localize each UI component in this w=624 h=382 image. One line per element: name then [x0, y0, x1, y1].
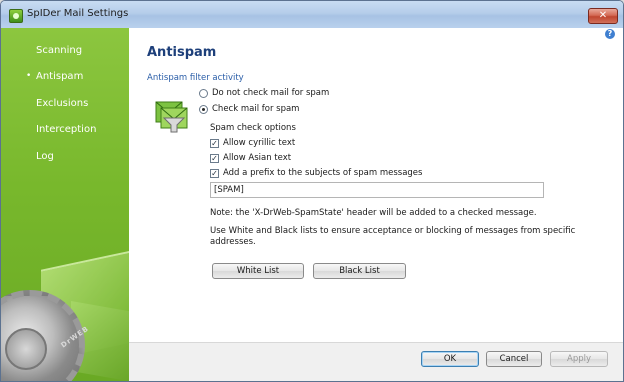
checkbox-label: Add a prefix to the subjects of spam mes…: [223, 168, 423, 178]
header-note: Note: the 'X-DrWeb-SpamState' header wil…: [210, 208, 537, 218]
sidebar-item-scanning[interactable]: Scanning: [36, 45, 82, 56]
antispam-panel: ? Antispam Antispam filter activity Do n…: [129, 28, 623, 342]
checkbox-check-icon: ✓: [210, 153, 219, 163]
checkbox-allow-cyrillic[interactable]: ✓ Allow cyrillic text: [210, 138, 295, 148]
sidebar-item-interception[interactable]: Interception: [36, 124, 96, 135]
checkbox-label: Allow Asian text: [223, 153, 292, 163]
close-icon: ✕: [598, 10, 608, 21]
radio-check-mail[interactable]: Check mail for spam: [199, 104, 299, 114]
checkbox-check-icon: ✓: [210, 168, 219, 178]
help-icon[interactable]: ?: [605, 29, 615, 39]
sidebar-item-label: Scanning: [36, 45, 83, 56]
lists-hint-line-1: Use White and Black lists to ensure acce…: [210, 226, 576, 236]
prefix-input[interactable]: [210, 182, 544, 198]
lists-hint-line-2: addresses.: [210, 237, 256, 247]
apply-button[interactable]: Apply: [550, 351, 608, 367]
section-title: Antispam filter activity: [147, 73, 244, 83]
sidebar: DrWEB Scanning • Antispam Exclusions Inte…: [1, 28, 129, 381]
page-title: Antispam: [147, 45, 217, 60]
sidebar-item-exclusions[interactable]: Exclusions: [36, 98, 88, 109]
checkbox-label: Allow cyrillic text: [223, 138, 296, 148]
sidebar-item-label: Antispam: [36, 71, 84, 82]
sidebar-item-log[interactable]: Log: [36, 151, 54, 162]
ok-button[interactable]: OK: [421, 351, 479, 367]
close-button[interactable]: ✕: [588, 8, 618, 24]
window-title: SpIDer Mail Settings: [27, 8, 129, 19]
title-bar[interactable]: SpIDer Mail Settings ✕: [1, 1, 623, 28]
radio-label: Do not check mail for spam: [212, 88, 330, 98]
sidebar-item-label: Exclusions: [36, 98, 89, 109]
spam-options-label: Spam check options: [210, 123, 296, 133]
selected-bullet-icon: •: [26, 71, 32, 81]
app-icon: [9, 9, 23, 23]
settings-window: SpIDer Mail Settings ✕ DrWEB Scanning • A…: [0, 0, 624, 382]
checkbox-check-icon: ✓: [210, 138, 219, 148]
gear-hub: [5, 328, 47, 370]
white-list-button[interactable]: White List: [212, 263, 304, 279]
black-list-button[interactable]: Black List: [313, 263, 406, 279]
spam-filter-funnel-icon: [155, 101, 188, 133]
radio-dot-selected: [199, 104, 208, 114]
checkbox-allow-asian[interactable]: ✓ Allow Asian text: [210, 153, 291, 163]
radio-do-not-check[interactable]: Do not check mail for spam: [199, 88, 329, 98]
sidebar-item-antispam[interactable]: • Antispam: [26, 71, 84, 82]
radio-label: Check mail for spam: [212, 104, 300, 114]
cancel-button[interactable]: Cancel: [486, 351, 542, 367]
sidebar-item-label: Log: [36, 151, 54, 162]
sidebar-item-label: Interception: [36, 124, 97, 135]
dialog-footer: OK Cancel Apply: [129, 342, 623, 381]
radio-dot: [199, 88, 208, 98]
checkbox-add-prefix[interactable]: ✓ Add a prefix to the subjects of spam m…: [210, 168, 422, 178]
